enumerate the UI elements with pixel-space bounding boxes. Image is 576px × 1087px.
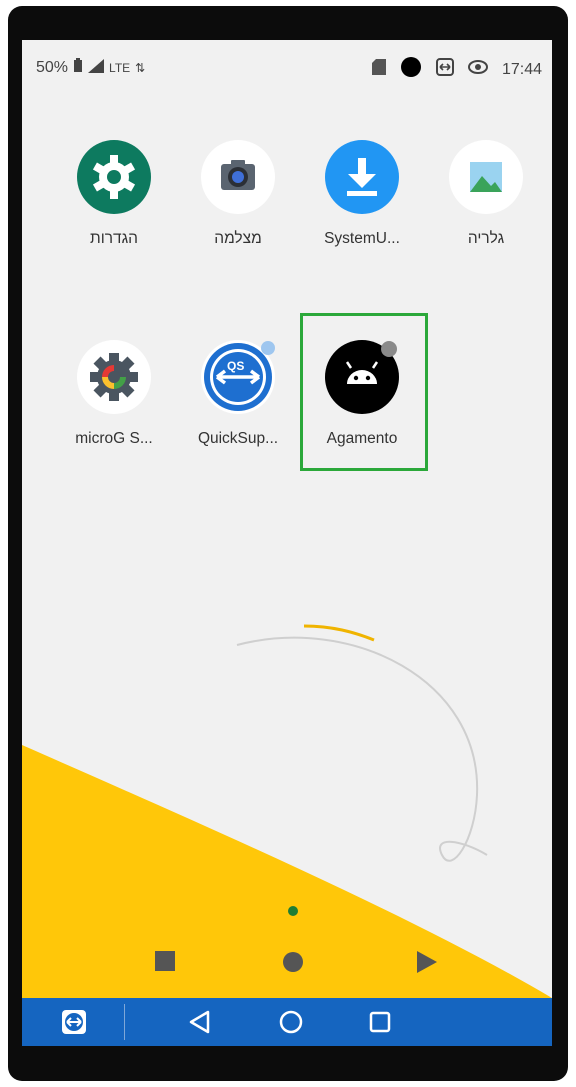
app-label: QuickSup... [197, 430, 279, 447]
quicksupport-icon: QS [201, 340, 275, 414]
eye-icon [467, 60, 488, 79]
gallery-icon [449, 140, 523, 214]
teamviewer-icon [435, 58, 454, 81]
app-label: גלריה [467, 230, 505, 247]
app-label: microG S... [75, 430, 153, 447]
recents-button[interactable] [366, 1008, 394, 1036]
app-settings[interactable]: הגדרות [59, 140, 169, 248]
record-circle-icon[interactable] [282, 951, 304, 973]
app-camera[interactable]: מצלמה [183, 140, 293, 248]
selection-highlight-box [300, 313, 428, 471]
back-button[interactable] [186, 1008, 214, 1036]
microg-icon [77, 340, 151, 414]
app-microg[interactable]: microG S... [59, 340, 169, 448]
camera-icon [201, 140, 275, 214]
data-arrows-icon: ⇅ [135, 61, 146, 75]
sd-card-icon [371, 59, 386, 80]
play-triangle-icon[interactable] [417, 951, 437, 973]
download-icon [325, 140, 399, 214]
app-gallery[interactable]: גלריה [431, 140, 541, 248]
svg-text:QS: QS [227, 359, 244, 373]
navbar-divider [124, 1004, 125, 1040]
battery-icon [73, 58, 83, 78]
battery-percent: 50% [36, 59, 69, 76]
app-label: הגדרות [90, 230, 138, 247]
navigation-bar [22, 998, 552, 1046]
home-button[interactable] [277, 1008, 305, 1036]
clock: 17:44 [501, 60, 542, 78]
status-bar: 50% LTE ⇅ 17:44 [22, 40, 552, 90]
app-label: מצלמה [214, 230, 262, 247]
settings-gear-icon [77, 140, 151, 214]
teamviewer-button[interactable] [60, 1008, 88, 1036]
app-label: SystemU... [324, 230, 400, 247]
home-screen: 50% LTE ⇅ 17:44 הגדרות מצלמה SystemU... … [22, 40, 552, 1046]
signal-icon [88, 58, 105, 78]
phone-frame: 50% LTE ⇅ 17:44 הגדרות מצלמה SystemU... … [8, 6, 568, 1081]
stop-square-icon[interactable] [155, 951, 175, 971]
circle-notification-icon [400, 56, 422, 83]
app-quicksupport[interactable]: QS QuickSup... [183, 340, 293, 448]
page-indicator-dot [288, 906, 298, 916]
network-type: LTE [109, 61, 131, 75]
app-systemui[interactable]: SystemU... [307, 140, 417, 248]
